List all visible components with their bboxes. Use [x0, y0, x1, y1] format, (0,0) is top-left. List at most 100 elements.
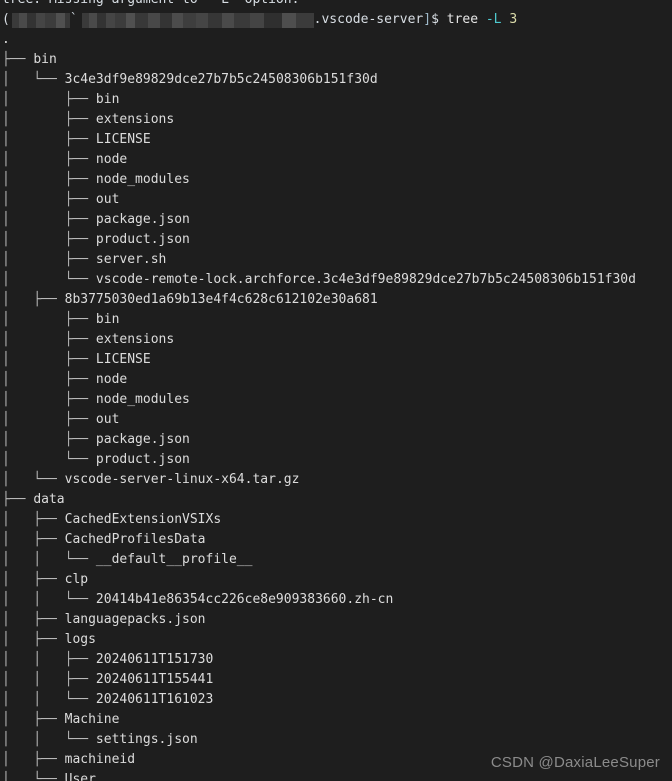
tree-entry-name: LICENSE — [95, 352, 151, 367]
tree-branch-glyph: │ └── — [2, 452, 96, 467]
prompt-open-paren: ( — [2, 12, 10, 27]
redacted-env-name — [11, 12, 70, 28]
tree-entry-name: Machine — [64, 712, 120, 727]
tree-entry-name: vscode-remote-lock.archforce.3c4e3df9e89… — [95, 272, 636, 287]
tree-entry-name: out — [95, 412, 120, 427]
tree-line: │ ├── extensions — [2, 110, 672, 130]
tree-branch-glyph: │ │ └── — [2, 552, 96, 567]
tree-branch-glyph: │ ├── — [2, 252, 96, 267]
tree-line: │ ├── node — [2, 370, 672, 390]
tree-entry-name: 20414b41e86354cc226ce8e909383660.zh-cn — [95, 592, 394, 607]
tree-line: │ ├── CachedProfilesData — [2, 530, 672, 550]
tree-line: │ ├── 8b3775030ed1a69b13e4f4c628c612102e… — [2, 290, 672, 310]
tree-branch-glyph: │ │ └── — [2, 592, 96, 607]
tree-branch-glyph: │ ├── — [2, 352, 96, 367]
tree-root-line: . — [2, 30, 672, 50]
terminal-output: (` .vscode-server] $ tree -L 3 . ├── bin │ … — [0, 10, 672, 781]
tree-entry-name: languagepacks.json — [64, 612, 206, 627]
tree-entry-name: 20240611T161023 — [95, 692, 214, 707]
tree-line: │ ├── clp — [2, 570, 672, 590]
tree-entry-name: product.json — [95, 232, 190, 247]
tree-line: │ ├── package.json — [2, 430, 672, 450]
tree-line: │ │ ├── 20240611T151730 — [2, 650, 672, 670]
tree-line: ├── data — [2, 490, 672, 510]
tree-branch-glyph: │ └── — [2, 272, 96, 287]
tree-line: │ │ ├── 20240611T155441 — [2, 670, 672, 690]
tree-listing: ├── bin │ └── 3c4e3df9e89829dce27b7b5c245… — [2, 50, 672, 781]
tree-branch-glyph: │ ├── — [2, 92, 96, 107]
tree-entry-name: 8b3775030ed1a69b13e4f4c628c612102e30a681 — [64, 292, 378, 307]
tree-branch-glyph: │ ├── — [2, 532, 65, 547]
tree-branch-glyph: │ ├── — [2, 572, 65, 587]
tree-branch-glyph: │ └── — [2, 772, 65, 781]
prompt-close-bracket: ] — [423, 12, 432, 27]
tree-entry-name: bin — [33, 52, 57, 67]
tree-branch-glyph: │ └── — [2, 72, 65, 87]
prompt-dollar: $ — [431, 12, 439, 27]
tree-entry-name: extensions — [95, 112, 175, 127]
tree-branch-glyph: │ ├── — [2, 292, 65, 307]
tree-branch-glyph: │ ├── — [2, 212, 96, 227]
tree-entry-name: settings.json — [95, 732, 198, 747]
tree-entry-name: __default__profile__ — [95, 552, 253, 567]
terminal-window[interactable]: tree: Missing argument to `-L' option. (… — [0, 0, 672, 781]
tree-line: │ ├── node — [2, 150, 672, 170]
tree-branch-glyph: │ ├── — [2, 192, 96, 207]
tree-line: │ ├── node_modules — [2, 170, 672, 190]
command-arg: 3 — [509, 12, 518, 27]
tree-entry-name: extensions — [95, 332, 175, 347]
tree-entry-name: CachedProfilesData — [64, 532, 206, 547]
csdn-watermark: CSDN @DaxiaLeeSuper — [490, 754, 660, 771]
tree-entry-name: package.json — [95, 432, 190, 447]
tree-line: │ ├── Machine — [2, 710, 672, 730]
scrollback-error-line: tree: Missing argument to `-L' option. — [0, 0, 672, 10]
tree-entry-name: logs — [64, 632, 96, 647]
tree-line: │ ├── LICENSE — [2, 130, 672, 150]
tree-branch-glyph: │ ├── — [2, 312, 96, 327]
tree-line: │ ├── package.json — [2, 210, 672, 230]
tree-line: │ ├── bin — [2, 310, 672, 330]
tree-entry-name: clp — [64, 572, 89, 587]
tree-branch-glyph: │ └── — [2, 472, 65, 487]
tree-branch-glyph: │ ├── — [2, 612, 65, 627]
tree-entry-name: node_modules — [95, 172, 190, 187]
tree-entry-name: User — [64, 772, 96, 781]
tree-line: │ ├── out — [2, 410, 672, 430]
tree-branch-glyph: │ │ └── — [2, 732, 96, 747]
tree-entry-name: node — [95, 152, 128, 167]
tree-root-label: . — [2, 32, 10, 47]
tree-entry-name: bin — [95, 312, 120, 327]
tree-branch-glyph: │ ├── — [2, 232, 96, 247]
tree-entry-name: package.json — [95, 212, 190, 227]
tree-line: │ ├── product.json — [2, 230, 672, 250]
tree-line: │ │ └── 20240611T161023 — [2, 690, 672, 710]
prompt-space-2 — [478, 10, 486, 30]
tree-entry-name: bin — [95, 92, 120, 107]
tree-entry-name: CachedExtensionVSIXs — [64, 512, 222, 527]
tree-line: │ ├── node_modules — [2, 390, 672, 410]
tree-line: ├── bin — [2, 50, 672, 70]
tree-entry-name: node_modules — [95, 392, 190, 407]
tree-entry-name: vscode-server-linux-x64.tar.gz — [64, 472, 300, 487]
tree-branch-glyph: ├── — [2, 492, 34, 507]
prompt-space-3 — [502, 10, 510, 30]
tree-line: │ │ └── __default__profile__ — [2, 550, 672, 570]
tree-line: │ └── product.json — [2, 450, 672, 470]
tree-entry-name: 3c4e3df9e89829dce27b7b5c24508306b151f30d — [64, 72, 378, 87]
tree-line: │ ├── bin — [2, 90, 672, 110]
tree-entry-name: data — [33, 492, 65, 507]
tree-line: │ ├── extensions — [2, 330, 672, 350]
tree-line: │ ├── LICENSE — [2, 350, 672, 370]
tree-entry-name: out — [95, 192, 120, 207]
command-name: tree — [446, 12, 479, 27]
tree-line: │ ├── server.sh — [2, 250, 672, 270]
tree-branch-glyph: │ ├── — [2, 432, 96, 447]
tree-line: │ ├── out — [2, 190, 672, 210]
tree-line: │ └── vscode-remote-lock.archforce.3c4e3… — [2, 270, 672, 290]
tree-line: │ ├── CachedExtensionVSIXs — [2, 510, 672, 530]
tree-entry-name: node — [95, 372, 128, 387]
tree-branch-glyph: ├── — [2, 52, 34, 67]
tree-line: │ ├── logs — [2, 630, 672, 650]
tree-branch-glyph: │ │ └── — [2, 692, 96, 707]
tree-entry-name: machineid — [64, 752, 136, 767]
